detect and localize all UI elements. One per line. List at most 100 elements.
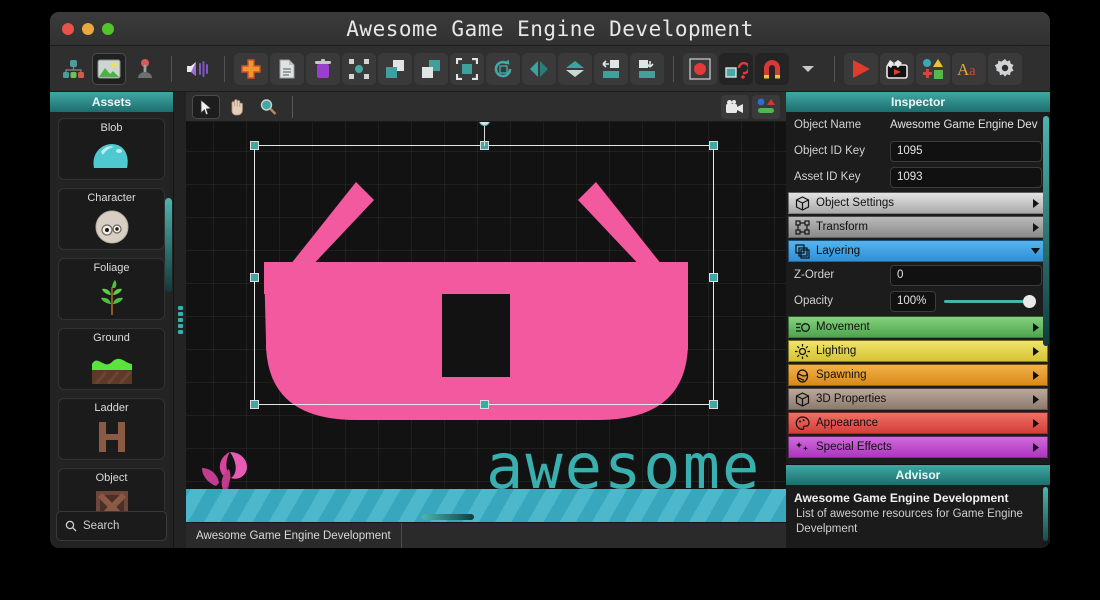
selection-handle[interactable]	[709, 400, 718, 409]
asset-item-foliage[interactable]: Foliage	[58, 258, 165, 320]
document-tab[interactable]: Awesome Game Engine Development	[186, 523, 402, 548]
flip-horizontal-icon[interactable]	[522, 53, 556, 85]
field-asset-id: Asset ID Key 1093	[786, 164, 1050, 190]
assets-panel-header: Assets	[50, 92, 173, 112]
assets-scrollbar[interactable]	[165, 198, 172, 292]
z-order-input[interactable]: 0	[890, 265, 1042, 286]
opacity-input[interactable]: 100%	[890, 291, 936, 312]
inspector-header: Inspector	[786, 92, 1050, 112]
foliage-icon	[95, 274, 129, 319]
section-label: Layering	[816, 245, 1024, 257]
physics-icon[interactable]	[719, 53, 753, 85]
fit-selection-icon[interactable]	[450, 53, 484, 85]
hierarchy-icon[interactable]	[56, 53, 90, 85]
section-label: Special Effects	[816, 441, 1026, 453]
section-label: Movement	[816, 321, 1026, 333]
section-object-settings[interactable]: Object Settings	[788, 192, 1048, 214]
sun-icon	[795, 344, 810, 359]
transform-nodes-icon[interactable]	[342, 53, 376, 85]
close-button[interactable]	[62, 23, 74, 35]
asset-label: Foliage	[93, 262, 129, 274]
section-spawning[interactable]: Spawning	[788, 364, 1048, 386]
asset-item-blob[interactable]: Blob	[58, 118, 165, 180]
sparkle-icon	[795, 440, 810, 455]
chevron-down-icon[interactable]	[791, 53, 825, 85]
align-left-icon[interactable]	[594, 53, 628, 85]
inspector-scrollbar[interactable]	[1043, 116, 1049, 346]
minimize-button[interactable]	[82, 23, 94, 35]
trash-icon[interactable]	[306, 53, 340, 85]
section-appearance[interactable]: Appearance	[788, 412, 1048, 434]
opacity-slider[interactable]	[944, 293, 1036, 309]
asset-item-object[interactable]: Object	[58, 468, 165, 511]
bring-forward-icon[interactable]	[378, 53, 412, 85]
panel-splitter[interactable]	[174, 92, 186, 548]
field-z-order: Z-Order 0	[786, 262, 1050, 288]
section-special-effects[interactable]: Special Effects	[788, 436, 1048, 458]
palette-icon	[795, 416, 810, 431]
section-layering[interactable]: Layering	[788, 240, 1048, 262]
canvas-horizontal-scrollbar[interactable]	[422, 514, 474, 520]
add-icon[interactable]	[234, 53, 268, 85]
flip-vertical-icon[interactable]	[558, 53, 592, 85]
zoom-button[interactable]	[102, 23, 114, 35]
shapes-icon[interactable]	[916, 53, 950, 85]
inspector-content: Object Name Awesome Game Engine Dev Obje…	[786, 112, 1050, 464]
chevron-right-icon	[1032, 418, 1041, 429]
send-backward-icon[interactable]	[414, 53, 448, 85]
clapperboard-icon[interactable]	[880, 53, 914, 85]
canvas-stage[interactable]: awesome	[186, 122, 786, 522]
magnet-icon[interactable]	[755, 53, 789, 85]
image-icon[interactable]	[92, 53, 126, 85]
asset-item-character[interactable]: Character	[58, 188, 165, 250]
ground-strip	[186, 489, 786, 522]
advisor-scrollbar[interactable]	[1043, 487, 1048, 541]
asset-id-input[interactable]: 1093	[890, 167, 1042, 188]
section-transform[interactable]: Transform	[788, 216, 1048, 238]
section-movement[interactable]: Movement	[788, 316, 1048, 338]
spawn-icon	[795, 368, 810, 383]
zoom-tool[interactable]	[254, 95, 282, 119]
select-tool[interactable]	[192, 95, 220, 119]
section-lighting[interactable]: Lighting	[788, 340, 1048, 362]
selection-handle[interactable]	[250, 141, 259, 150]
selection-handle[interactable]	[480, 400, 489, 409]
layers-shapes-icon[interactable]	[752, 95, 780, 119]
asset-item-ladder[interactable]: Ladder	[58, 398, 165, 460]
selection-handle[interactable]	[250, 400, 259, 409]
selection-handle[interactable]	[250, 273, 259, 282]
field-object-id: Object ID Key 1095	[786, 138, 1050, 164]
advisor-panel: Advisor Awesome Game Engine Development …	[786, 464, 1050, 548]
toolbar-separator-4	[834, 56, 835, 82]
selection-handle[interactable]	[709, 273, 718, 282]
field-object-name: Object Name Awesome Game Engine Dev	[786, 112, 1050, 138]
play-icon[interactable]	[844, 53, 878, 85]
selection-handle[interactable]	[709, 141, 718, 150]
selection-box[interactable]	[254, 145, 714, 405]
gear-icon[interactable]	[988, 53, 1022, 85]
pan-tool[interactable]	[223, 95, 251, 119]
record-icon[interactable]	[683, 53, 717, 85]
asset-label: Blob	[100, 122, 122, 134]
rotation-line	[484, 125, 485, 146]
search-input[interactable]: Search	[56, 511, 167, 541]
field-label: Asset ID Key	[794, 171, 890, 183]
asset-item-ground[interactable]: Ground	[58, 328, 165, 390]
object-id-input[interactable]: 1095	[890, 141, 1042, 162]
text-icon[interactable]: A a	[952, 53, 986, 85]
duplicate-icon[interactable]	[270, 53, 304, 85]
chevron-right-icon	[1032, 394, 1041, 405]
rotate-icon[interactable]	[486, 53, 520, 85]
slider-knob[interactable]	[1023, 295, 1036, 308]
section-3d-properties[interactable]: 3D Properties	[788, 388, 1048, 410]
camera-icon[interactable]	[721, 95, 749, 119]
field-label: Z-Order	[794, 269, 890, 281]
asset-label: Object	[96, 472, 128, 484]
joystick-icon[interactable]	[128, 53, 162, 85]
rotation-handle[interactable]	[479, 122, 490, 126]
ground-icon	[92, 344, 132, 389]
align-right-icon[interactable]	[630, 53, 664, 85]
section-label: Lighting	[816, 345, 1026, 357]
movement-icon	[795, 320, 810, 335]
audio-icon[interactable]	[181, 53, 215, 85]
